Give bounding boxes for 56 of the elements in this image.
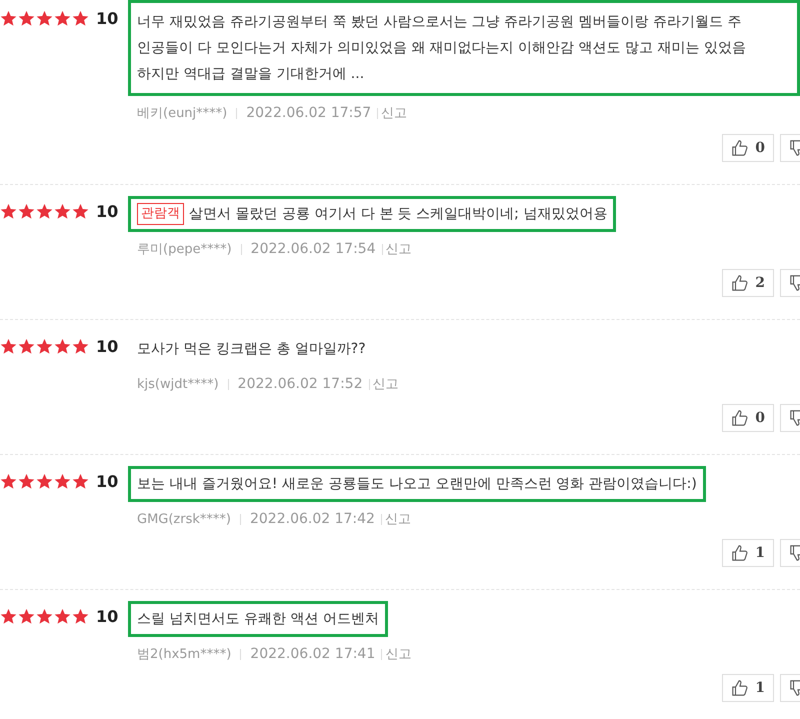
- star-icon: [18, 472, 35, 490]
- thumbs-up-icon: [731, 544, 750, 562]
- like-button[interactable]: 2: [722, 269, 774, 297]
- like-button[interactable]: 1: [722, 674, 774, 702]
- user-name: GMG(zrsk****): [137, 512, 231, 526]
- star-icon: [0, 10, 17, 26]
- review-text: 살면서 몰랐던 공룡 여기서 다 본 듯 스케일대박이네; 넘재밌었어용: [189, 205, 608, 224]
- rating-score: 10: [96, 8, 118, 28]
- thumbs-up-icon: [731, 274, 750, 292]
- star-icon: [0, 338, 17, 354]
- star-icon: [54, 338, 71, 354]
- star-icon: [72, 202, 89, 220]
- star-icon: [36, 202, 53, 220]
- star-icon: [36, 472, 53, 490]
- viewer-badge: 관람객: [137, 203, 184, 225]
- rating-score: 10: [96, 606, 118, 626]
- user-name: 베키(eunj****): [137, 105, 228, 122]
- review-text: 너무 재밌었음 쥬라기공원부터 쭉 봤던 사람으로서는 그냥 쥬라기공원 멤버들이랑 쥬라기월드 주 인공들이 다 모인다는거 자체가 의미있었음 왜 재미없다는지 이해안감 액션도 많고 재미는 있었음 하지만 역대급 결말을 기대한거에 ...: [137, 13, 746, 84]
- user-name: kjs(wjdt****): [137, 376, 219, 392]
- star-icon: [72, 10, 89, 26]
- star-icon: [0, 608, 17, 624]
- star-icon: [18, 202, 35, 220]
- star-icon: [0, 202, 17, 220]
- star-icon: [72, 338, 89, 354]
- review-date: 2022.06.02 17:42: [250, 511, 375, 527]
- review-date: 2022.06.02 17:52: [238, 376, 363, 392]
- star-icon: [72, 472, 89, 490]
- like-button[interactable]: 0: [722, 134, 774, 162]
- thumbs-up-icon: [731, 409, 750, 427]
- star-icon: [18, 338, 35, 354]
- review-date: 2022.06.02 17:57: [246, 105, 372, 121]
- user-name: 범2(hx5m****): [137, 646, 232, 663]
- rating-score: 10: [96, 202, 118, 220]
- thumbs-up-icon: [731, 679, 750, 697]
- review-text: 보는 내내 즐거웠어요! 새로운 공룡들도 나오고 오랜만에 만족스런 영화 관람이였습니다:): [137, 475, 697, 494]
- star-icon: [18, 608, 35, 624]
- star-icon: [54, 472, 71, 490]
- review-text: 모사가 먹은 킹크랩은 총 얼마일까??: [137, 340, 366, 359]
- rating-score: 10: [96, 472, 118, 490]
- star-icon: [36, 608, 53, 624]
- star-icon: [54, 10, 71, 26]
- like-button[interactable]: 0: [722, 404, 774, 432]
- star-icon: [72, 608, 89, 624]
- star-icon: [54, 608, 71, 624]
- star-icon: [36, 10, 53, 26]
- star-icon: [36, 338, 53, 354]
- user-name: 루미(pepe****): [137, 241, 232, 258]
- review-text: 스릴 넘치면서도 유쾌한 액션 어드벤처: [137, 610, 379, 629]
- review-date: 2022.06.02 17:54: [250, 241, 376, 257]
- star-icon: [54, 202, 71, 220]
- star-icon: [0, 472, 17, 490]
- review-date: 2022.06.02 17:41: [250, 646, 376, 662]
- rating-score: 10: [96, 336, 118, 356]
- star-icon: [18, 10, 35, 26]
- like-button[interactable]: 1: [722, 539, 774, 567]
- thumbs-up-icon: [731, 139, 750, 157]
